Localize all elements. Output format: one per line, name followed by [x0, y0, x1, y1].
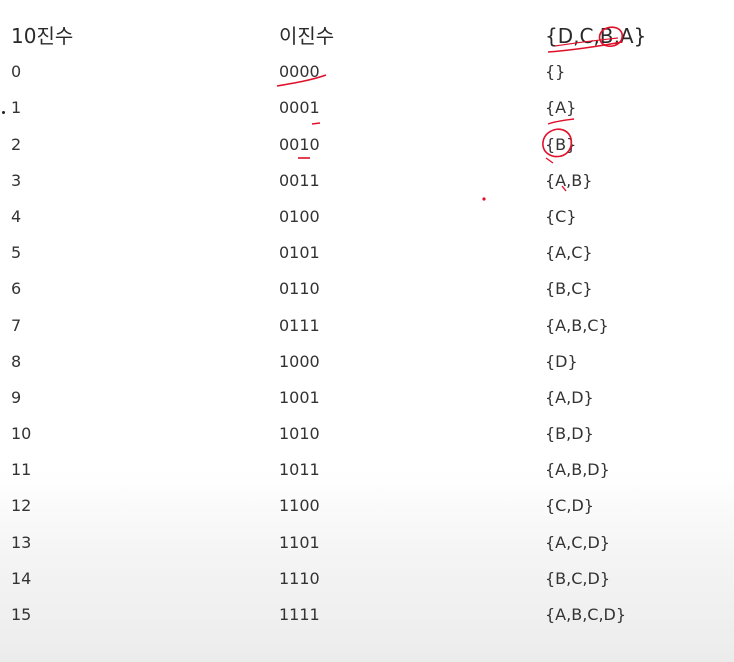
subset-cell: {A} — [545, 98, 577, 118]
header-subset: {D,C,B,A} — [545, 24, 647, 48]
subset-cell: {A,B} — [545, 170, 593, 190]
binary-cell: 0101 — [279, 243, 320, 263]
table-row: 11 1011 {A,B,D} — [0, 452, 734, 488]
binary-cell: 1111 — [279, 605, 320, 624]
subset-cell: {B,C,D} — [545, 568, 610, 588]
binary-cell: 1110 — [279, 568, 320, 588]
binary-cell: 1010 — [279, 424, 320, 444]
table-row: 4 0100 {C} — [0, 199, 734, 235]
decimal-cell: 12 — [11, 496, 32, 516]
subset-cell: {B} — [545, 134, 577, 154]
table-header-row: 10진수 이진수 {D,C,B,A} — [0, 18, 734, 54]
subset-cell: {A,C} — [545, 243, 593, 263]
subset-cell: {A,B,C} — [545, 315, 609, 335]
table-row: 6 0110 {B,C} — [0, 271, 734, 307]
subset-cell: {C} — [545, 206, 577, 226]
subset-cell: {} — [545, 62, 566, 82]
decimal-cell: 2 — [11, 134, 22, 154]
decimal-cell: 7 — [11, 315, 22, 335]
subset-cell: {A,D} — [545, 387, 594, 407]
table-row: 14 1110 {B,C,D} — [0, 561, 734, 597]
decimal-cell: 14 — [11, 568, 32, 588]
header-binary: 이진수 — [279, 24, 335, 48]
decimal-cell: 5 — [11, 243, 22, 263]
table-row: 7 0111 {A,B,C} — [0, 308, 734, 344]
table-row: 3 0011 {A,B} — [0, 163, 734, 199]
table-row: 1 0001 {A} — [0, 90, 734, 126]
table-row: 5 0101 {A,C} — [0, 235, 734, 271]
decimal-cell: 13 — [11, 532, 32, 552]
binary-cell: 1001 — [279, 387, 320, 407]
bullet-dot — [2, 111, 5, 114]
table-row: 12 1100 {C,D} — [0, 488, 734, 524]
table-row: 15 1111 {A,B,C,D} — [0, 597, 734, 633]
decimal-cell: 10 — [11, 424, 32, 444]
subset-cell: {C,D} — [545, 496, 594, 516]
table-row: 8 1000 {D} — [0, 344, 734, 380]
table-row: 13 1101 {A,C,D} — [0, 525, 734, 561]
binary-cell: 1000 — [279, 351, 320, 371]
table-row: 10 1010 {B,D} — [0, 416, 734, 452]
decimal-cell: 9 — [11, 387, 22, 407]
table-body: 0 0000{} 1 0001 {A} 2 0010 {B} 3 0011 {A,B} 4 0100 {C… — [0, 54, 734, 633]
binary-cell: 0100 — [279, 206, 320, 226]
binary-cell: 1100 — [279, 496, 320, 516]
decimal-cell: 6 — [11, 279, 22, 299]
decimal-cell: 11 — [11, 460, 32, 480]
binary-cell: 0111 — [279, 315, 320, 335]
decimal-cell: 4 — [11, 206, 22, 226]
subset-cell: {B,C} — [545, 279, 593, 299]
page: 10진수 이진수 {D,C,B,A} 0 0000{} 1 0001 {A} 2 0010{… — [0, 0, 734, 662]
table-row: 0 0000{} — [0, 54, 734, 90]
subset-cell: {A,B,C,D} — [545, 605, 627, 624]
decimal-cell: 8 — [11, 351, 22, 371]
decimal-cell: 15 — [11, 605, 32, 624]
table-row: 9 1001 {A,D} — [0, 380, 734, 416]
decimal-cell: 3 — [11, 170, 22, 190]
binary-cell: 1101 — [279, 532, 320, 552]
binary-cell: 0110 — [279, 279, 320, 299]
decimal-cell: 0 — [11, 62, 22, 82]
binary-cell: 0001 — [279, 98, 320, 118]
subset-cell: {A,B,D} — [545, 460, 610, 480]
binary-cell: 1011 — [279, 460, 320, 480]
subset-cell: {B,D} — [545, 424, 594, 444]
binary-cell: 0011 — [279, 170, 320, 190]
binary-cell: 0000 — [279, 62, 320, 82]
subset-cell: {A,C,D} — [545, 532, 610, 552]
subset-table: 10진수 이진수 {D,C,B,A} 0 0000{} 1 0001 {A} 2 0010{… — [0, 18, 734, 633]
header-decimal: 10진수 — [11, 24, 74, 48]
subset-cell: {D} — [545, 351, 578, 371]
table-row: 2 0010 {B} — [0, 127, 734, 163]
decimal-cell: 1 — [11, 98, 22, 118]
binary-cell: 0010 — [279, 134, 320, 154]
